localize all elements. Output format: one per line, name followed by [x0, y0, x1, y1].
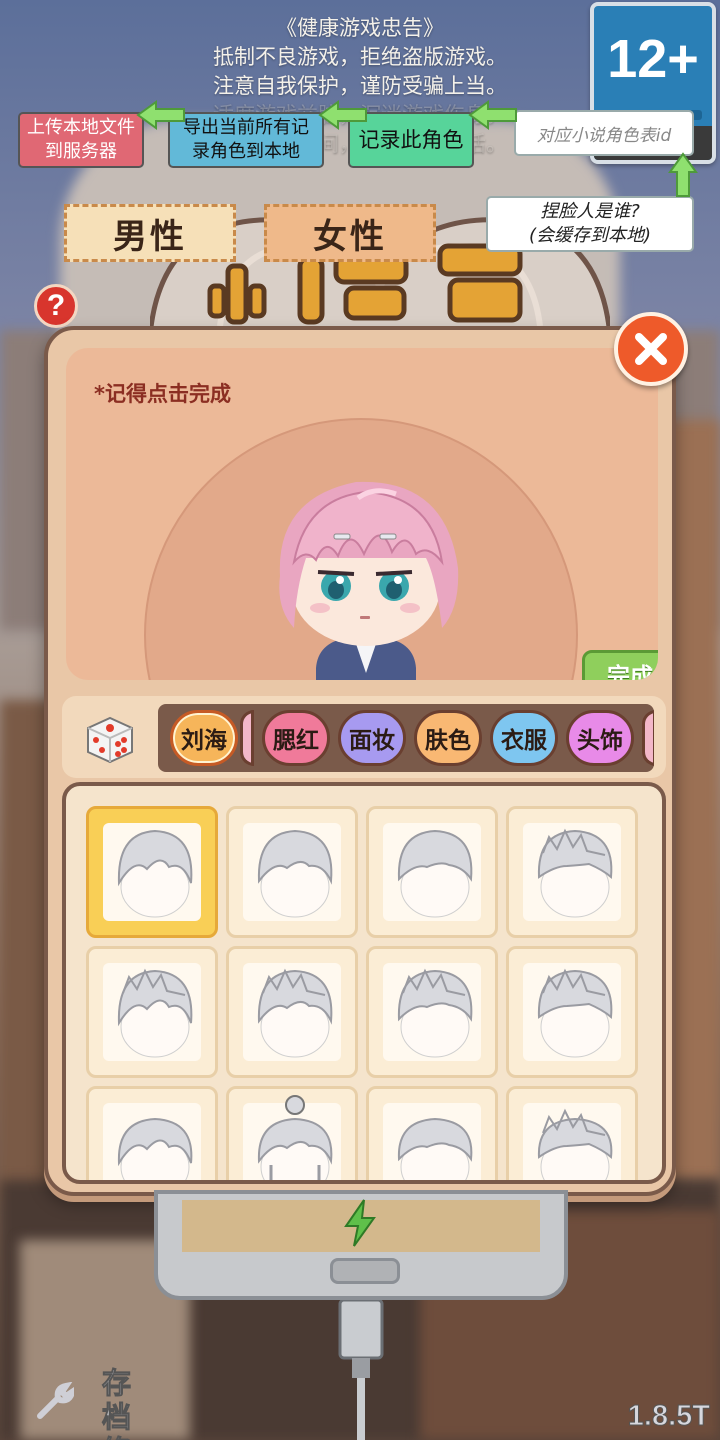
tab-4[interactable]: 衣服 — [490, 710, 558, 766]
character-editor-panel: *记得点击完成 完成 刘海 腮红 面妆 肤色 衣服 头饰 — [44, 326, 676, 1196]
help-button[interactable]: ? — [34, 284, 78, 328]
hair-style-icon — [397, 829, 473, 918]
hair-option[interactable] — [506, 1086, 638, 1180]
hair-style-icon — [117, 968, 193, 1058]
tab-label: 刘海 — [181, 728, 227, 754]
notice-line: 注意自我保护，谨防受骗上当。 — [213, 74, 507, 98]
hair-style-icon — [397, 1117, 473, 1180]
hair-options-grid — [62, 782, 666, 1184]
hair-style-icon — [257, 968, 333, 1058]
novel-character-id-input[interactable]: 对应小说角色表id — [514, 110, 694, 156]
save-repair-button[interactable]: 存档 修复 — [28, 1366, 158, 1440]
arrow-up-icon — [668, 152, 698, 197]
arrow-left-icon — [136, 100, 185, 130]
hair-option[interactable] — [226, 1086, 358, 1180]
done-label: 完成 — [607, 664, 653, 680]
tab-2[interactable]: 面妆 — [338, 710, 406, 766]
hair-option[interactable] — [226, 806, 358, 938]
category-tabs: 刘海 腮红 面妆 肤色 衣服 头饰 — [158, 704, 654, 772]
export-label: 导出当前所有记 录角色到本地 — [183, 117, 309, 162]
upload-label: 上传本地文件 到服务器 — [27, 117, 135, 162]
hair-style-icon — [257, 1095, 333, 1180]
hair-option[interactable] — [506, 946, 638, 1078]
female-label: 女性 — [313, 216, 387, 257]
tab-1[interactable]: 腮红 — [262, 710, 330, 766]
tab-more[interactable] — [642, 710, 654, 766]
charging-cable — [338, 1300, 384, 1440]
notice-line: 《健康游戏忠告》 — [276, 16, 444, 40]
notice-line: 抵制不良游戏，拒绝盗版游戏。 — [213, 45, 507, 69]
novel-id-placeholder: 对应小说角色表id — [536, 125, 672, 146]
hair-option[interactable] — [226, 946, 358, 1078]
dice-icon[interactable] — [82, 712, 136, 766]
reminder-text: *记得点击完成 — [94, 382, 231, 406]
charging-bolt-icon — [344, 1199, 376, 1247]
save-repair-label: 存档 修复 — [102, 1366, 132, 1440]
hair-option[interactable] — [506, 806, 638, 938]
close-button[interactable] — [614, 312, 688, 386]
hair-style-icon — [397, 968, 473, 1058]
creator-name-input[interactable]: 捏脸人是谁? (会缓存到本地) — [486, 196, 694, 252]
tab-label: 面妆 — [349, 728, 395, 754]
arrow-left-icon — [318, 100, 367, 130]
tab-divider — [240, 710, 254, 766]
close-icon — [635, 333, 667, 365]
tab-label: 腮红 — [273, 728, 319, 754]
upload-to-server-button[interactable]: 上传本地文件 到服务器 — [18, 112, 144, 168]
hair-style-icon — [117, 1117, 193, 1180]
hair-option[interactable] — [366, 806, 498, 938]
tab-3[interactable]: 肤色 — [414, 710, 482, 766]
hair-style-icon — [537, 1108, 613, 1180]
avatar-character — [279, 481, 459, 680]
arrow-left-icon — [468, 100, 517, 130]
record-label: 记录此角色 — [358, 128, 464, 152]
tab-5[interactable]: 头饰 — [566, 710, 634, 766]
hair-style-icon — [117, 829, 193, 918]
male-label: 男性 — [113, 216, 187, 257]
hair-option[interactable] — [366, 946, 498, 1078]
wrench-icon — [37, 1382, 74, 1419]
done-button[interactable]: 完成 — [582, 650, 658, 680]
category-bar: 刘海 腮红 面妆 肤色 衣服 头饰 — [62, 696, 666, 778]
hair-option[interactable] — [86, 1086, 218, 1180]
help-icon: ? — [46, 289, 66, 322]
creator-label: 捏脸人是谁? (会缓存到本地) — [528, 201, 652, 246]
hair-style-icon — [537, 828, 613, 918]
hair-option[interactable] — [86, 806, 218, 938]
hair-style-icon — [537, 968, 613, 1058]
age-rating-text: 12+ — [607, 29, 699, 89]
tab-label: 头饰 — [577, 728, 623, 754]
hair-option[interactable] — [366, 1086, 498, 1180]
female-button[interactable]: 女性 — [264, 204, 436, 262]
tab-0[interactable]: 刘海 — [170, 710, 238, 766]
hair-style-icon — [257, 829, 333, 918]
version-label: 1.8.5T — [627, 1400, 710, 1433]
hair-option[interactable] — [86, 946, 218, 1078]
male-button[interactable]: 男性 — [64, 204, 236, 262]
export-characters-button[interactable]: 导出当前所有记 录角色到本地 — [168, 112, 324, 168]
avatar-preview: *记得点击完成 完成 — [66, 348, 658, 680]
tab-label: 肤色 — [425, 728, 471, 754]
tab-label: 衣服 — [501, 728, 547, 754]
